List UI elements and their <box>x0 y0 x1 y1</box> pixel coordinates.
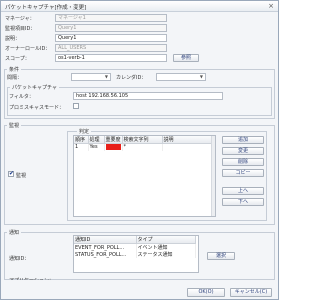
judge-table[interactable]: 順序 処理 重要度 検索文字列 説明 1 Yes * <box>73 135 216 217</box>
title-bar: パケットキャプチャ[作成・変更] × <box>1 1 278 12</box>
application-label: アプリケーション： <box>9 277 54 280</box>
col-notify-id[interactable]: 通知ID <box>74 236 137 244</box>
description-field[interactable]: Query1 <box>55 34 167 42</box>
chevron-down-icon: ▼ <box>104 74 108 79</box>
promiscuous-label: プロミスキャスモード： <box>9 105 65 111</box>
owner-role-field: ALL_USERS <box>55 44 167 52</box>
notify-table[interactable]: 通知ID タイプ EVENT_FOR_POLL... イベント通知 STATUS… <box>73 235 199 273</box>
promiscuous-checkbox[interactable] <box>73 103 79 109</box>
delete-button[interactable]: 削除 <box>222 158 264 166</box>
filter-field[interactable]: host 192.168.56.105 <box>73 92 223 100</box>
filter-label: フィルタ： <box>9 94 34 100</box>
notify-title: 通知 <box>7 229 22 236</box>
notify-row-type: ステータス通知 <box>136 251 196 258</box>
monitor-title: 監視 <box>7 122 22 129</box>
col-description[interactable]: 説明 <box>162 136 213 144</box>
notify-select-button[interactable]: 選択 <box>207 252 235 260</box>
col-severity[interactable]: 重要度 <box>104 136 123 144</box>
condition-title: 条件 <box>7 66 22 73</box>
chevron-down-icon: ▼ <box>199 74 203 79</box>
table-row[interactable]: 1 Yes * <box>74 143 213 151</box>
row-pattern: * <box>122 143 163 151</box>
row-description <box>162 143 213 151</box>
interval-select[interactable]: ▼ <box>71 73 111 81</box>
dialog: パケットキャプチャ[作成・変更] × マネージャ： マネージャ1 監視項目ID：… <box>0 0 279 300</box>
scope-label: スコープ： <box>5 56 30 62</box>
table-scrollbar[interactable] <box>211 136 215 216</box>
notify-row-id: EVENT_FOR_POLL... <box>74 243 137 251</box>
col-notify-type[interactable]: タイプ <box>136 236 196 244</box>
scope-browse-button[interactable]: 参照 <box>173 54 199 62</box>
row-order: 1 <box>74 143 89 151</box>
packet-capture-title: パケットキャプチャ <box>10 84 59 91</box>
cancel-button[interactable]: キャンセル(C) <box>230 288 272 297</box>
severity-swatch <box>105 144 121 151</box>
add-button[interactable]: 追加 <box>222 136 264 144</box>
edit-button[interactable]: 変更 <box>222 147 264 155</box>
ok-button[interactable]: OK(O) <box>187 288 225 297</box>
col-action[interactable]: 処理 <box>88 136 105 144</box>
table-row[interactable]: STATUS_FOR_POLL... ステータス通知 <box>74 251 196 258</box>
row-action: Yes <box>88 143 105 151</box>
description-label: 説明： <box>5 36 21 42</box>
notify-row-type: イベント通知 <box>136 243 196 251</box>
move-up-button[interactable]: 上へ <box>222 187 264 195</box>
col-pattern[interactable]: 検索文字列 <box>122 136 163 144</box>
interval-label: 間隔： <box>7 75 23 81</box>
monitor-enabled-checkbox[interactable] <box>8 170 14 177</box>
scope-field: os1-verb-1 <box>55 54 167 62</box>
notify-id-label: 通知ID： <box>9 256 30 262</box>
calendar-select[interactable]: ▼ <box>156 73 206 81</box>
col-order[interactable]: 順序 <box>74 136 89 144</box>
window-title: パケットキャプチャ[作成・変更] <box>5 5 87 11</box>
owner-role-label: オーナーロールID： <box>5 46 51 52</box>
move-down-button[interactable]: 下へ <box>222 198 264 206</box>
manager-field: マネージャ1 <box>55 14 167 22</box>
judge-title: 判定 <box>77 128 92 135</box>
monitor-enabled-label: 監視 <box>16 173 27 179</box>
manager-label: マネージャ： <box>5 16 35 22</box>
notify-row-id: STATUS_FOR_POLL... <box>74 251 137 258</box>
calendar-label: カレンダID： <box>116 75 147 81</box>
monitor-id-field: Query1 <box>55 24 167 32</box>
copy-button[interactable]: コピー <box>222 169 264 177</box>
close-icon[interactable]: × <box>268 2 274 10</box>
monitor-id-label: 監視項目ID： <box>5 26 36 32</box>
table-row[interactable]: EVENT_FOR_POLL... イベント通知 <box>74 243 196 251</box>
row-severity <box>104 143 123 151</box>
